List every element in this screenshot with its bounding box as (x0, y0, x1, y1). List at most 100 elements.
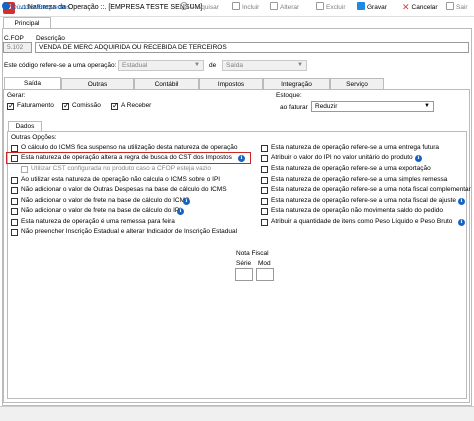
descricao-field[interactable]: VENDA DE MERC ADQUIRIDA OU RECEBIDA DE T… (35, 42, 469, 53)
mod-field[interactable] (256, 268, 274, 281)
opt-cst-produto[interactable]: Utilizar CST configurada no produto caso… (21, 165, 211, 175)
chevron-down-icon: ▼ (297, 62, 303, 68)
operation-scope-value: Estadual (122, 62, 148, 69)
checkbox-box[interactable] (62, 101, 70, 110)
chevron-down-icon: ▼ (424, 103, 430, 109)
gerar-label: Gerar: (7, 92, 26, 99)
cancelar-button[interactable]: ✕ Cancelar (402, 2, 438, 13)
close-icon: ✕ (402, 2, 410, 12)
pesquisar-button[interactable]: Pesquisar (180, 2, 219, 13)
checkbox-box[interactable] (11, 229, 18, 236)
delete-icon (316, 2, 324, 10)
opt-entrega-futura[interactable]: Esta natureza de operação refere-se a um… (261, 144, 439, 154)
opt-ipi-unitario[interactable]: Atribuir o valor do IPI no valor unitári… (261, 154, 413, 164)
ao-faturar-label: ao faturar (280, 104, 308, 111)
opt-label: Esta natureza de operação não movimenta … (271, 207, 444, 214)
add-icon (232, 2, 240, 10)
bottom-toolbar (0, 406, 474, 421)
checkbox-box[interactable] (21, 166, 28, 173)
opt-label: Não adicionar o valor de frete na base d… (21, 197, 190, 204)
excluir-label: Excluir (326, 4, 346, 11)
faturamento-checkbox[interactable]: Faturamento (7, 101, 54, 112)
opt-outras-despesas-icms[interactable]: Não adicionar o valor de Outras Despesas… (11, 186, 227, 196)
gravar-label: Gravar (367, 4, 387, 11)
opt-frete-ipi[interactable]: Não adicionar o valor de frete na base d… (11, 207, 181, 217)
opt-label: Esta natureza de operação é uma remessa … (21, 218, 175, 225)
checkbox-box[interactable] (261, 145, 268, 152)
checkbox-box[interactable] (261, 187, 268, 194)
opt-simples-remessa[interactable]: Esta natureza de operação refere-se a um… (261, 176, 447, 186)
a-receber-checkbox[interactable]: A Receber (111, 101, 151, 112)
operation-scope-select[interactable]: Estadual ▼ (118, 60, 204, 71)
help-icon (2, 2, 10, 10)
opt-label: Esta natureza de operação refere-se a um… (271, 197, 456, 204)
checkbox-box[interactable] (261, 208, 268, 215)
opt-frete-icms[interactable]: Não adicionar o valor de frete na base d… (11, 197, 189, 207)
opt-label: Esta natureza de operação refere-se a um… (271, 144, 440, 151)
checkbox-box[interactable] (261, 166, 268, 173)
serie-label: Série (236, 260, 252, 267)
opt-label: Esta natureza de operação refere-se a um… (271, 176, 448, 183)
info-icon[interactable]: i (177, 208, 184, 215)
comissao-label: Comissão (72, 102, 101, 109)
opt-peso-itens[interactable]: Atribuir a quantidade de itens como Peso… (261, 218, 452, 228)
opt-saldo-pedido[interactable]: Esta natureza de operação não movimenta … (261, 207, 443, 217)
mod-label: Mod (258, 260, 271, 267)
checkbox-box[interactable] (11, 219, 18, 226)
checkbox-box[interactable] (11, 177, 18, 184)
estoque-select[interactable]: Reduzir ▼ (311, 101, 434, 112)
alterar-label: Alterar (280, 4, 300, 11)
pesquisar-label: Pesquisar (190, 4, 219, 11)
info-icon[interactable]: i (183, 198, 190, 205)
edit-icon (270, 2, 278, 10)
sair-button[interactable]: Sair (446, 2, 468, 13)
checkbox-box[interactable] (11, 145, 18, 152)
duvidas-label: Dúvidas Frequentes (12, 4, 71, 11)
checkbox-box[interactable] (11, 198, 18, 205)
cfop-field[interactable]: 5.102 (3, 42, 32, 53)
comissao-checkbox[interactable]: Comissão (62, 101, 101, 112)
save-icon (357, 2, 365, 10)
checkbox-box[interactable] (261, 198, 268, 205)
opt-label: O cálculo do ICMS fica suspenso na utili… (21, 144, 238, 151)
serie-field[interactable] (235, 268, 253, 281)
opt-label: Atribuir o valor do IPI no valor unitári… (271, 154, 413, 161)
opt-inscricao-estadual[interactable]: Não preencher Inscrição Estadual e alter… (11, 228, 237, 238)
opt-remessa-feira[interactable]: Esta natureza de operação é uma remessa … (11, 218, 175, 228)
opt-nf-ajuste[interactable]: Esta natureza de operação refere-se a um… (261, 197, 456, 207)
nota-fiscal-label: Nota Fiscal (236, 250, 269, 257)
search-icon (180, 2, 188, 10)
opt-label: Atribuir a quantidade de itens como Peso… (271, 218, 453, 225)
checkbox-box[interactable] (11, 208, 18, 215)
estoque-label: Estoque: (276, 92, 302, 99)
opt-exportacao[interactable]: Esta natureza de operação refere-se a um… (261, 165, 431, 175)
info-icon[interactable]: i (458, 219, 465, 226)
duvidas-frequentes-button[interactable]: Dúvidas Frequentes (2, 2, 70, 13)
opt-nf-complementar[interactable]: Esta natureza de operação refere-se a um… (261, 186, 471, 196)
sair-label: Sair (456, 4, 468, 11)
opt-label: Não adicionar o valor de Outras Despesas… (21, 186, 227, 193)
alterar-button[interactable]: Alterar (270, 2, 299, 13)
info-icon[interactable]: i (458, 198, 465, 205)
opt-label: Utilizar CST configurada no produto caso… (31, 165, 212, 172)
opt-icms-ipi[interactable]: Ao utilizar esta natureza de operação nã… (11, 176, 220, 186)
incluir-label: Incluir (242, 4, 260, 11)
opt-label: Ao utilizar esta natureza de operação nã… (21, 176, 221, 183)
checkbox-box[interactable] (261, 219, 268, 226)
de-label: de (209, 62, 217, 69)
excluir-button[interactable]: Excluir (316, 2, 346, 13)
checkbox-box[interactable] (261, 177, 268, 184)
operation-direction-select[interactable]: Saída ▼ (222, 60, 307, 71)
highlight-box (6, 152, 251, 164)
opt-label: Não preencher Inscrição Estadual e alter… (21, 228, 238, 235)
checkbox-box[interactable] (261, 155, 268, 162)
cancelar-label: Cancelar (411, 4, 438, 11)
checkbox-box[interactable] (11, 187, 18, 194)
checkbox-box[interactable] (111, 101, 119, 110)
descricao-label: Descrição (36, 35, 65, 42)
gravar-button[interactable]: Gravar (357, 2, 387, 13)
opt-label: Esta natureza de operação refere-se a um… (271, 186, 471, 193)
incluir-button[interactable]: Incluir (232, 2, 259, 13)
info-icon[interactable]: i (415, 155, 422, 162)
checkbox-box[interactable] (7, 101, 15, 110)
